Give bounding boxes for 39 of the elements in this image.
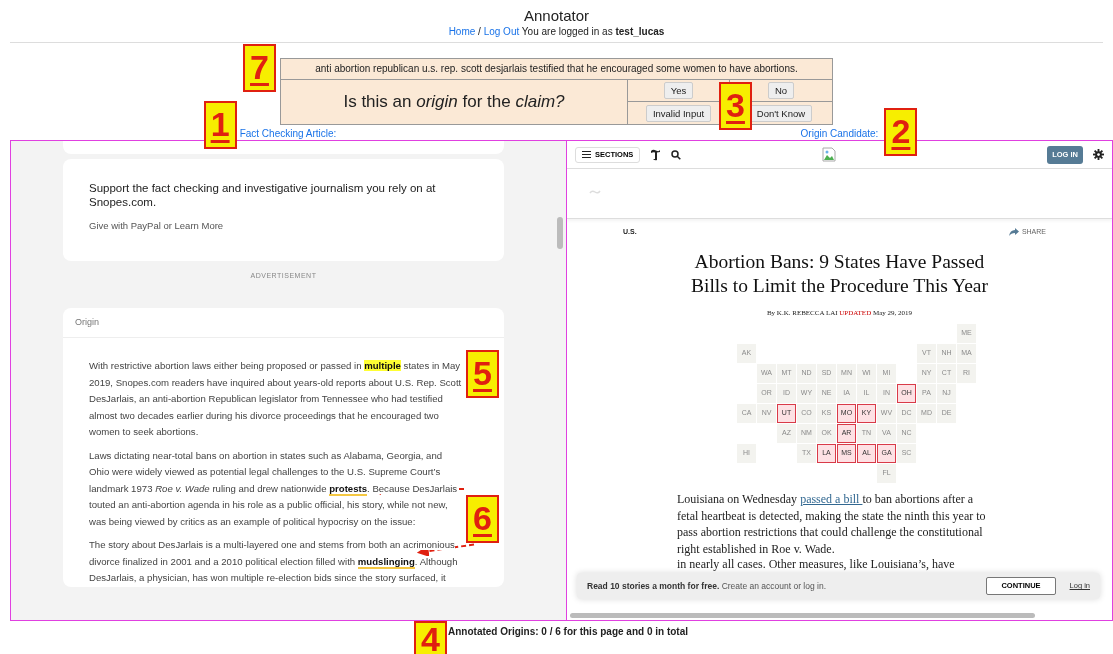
number-callout: 2: [884, 108, 918, 156]
broken-image-icon: [822, 147, 837, 162]
article-paragraph: in nearly all cases. Other measures, like Louisiana’s, have: [677, 558, 956, 571]
separator-text: /: [477, 26, 482, 37]
answer-button[interactable]: Don't Know: [749, 104, 813, 122]
number-callout: 1: [203, 101, 237, 149]
nav-link-text[interactable]: Home: [448, 26, 476, 37]
section-title: Origin: [63, 307, 504, 339]
number-callout: 4: [414, 621, 447, 654]
number-callout: 6: [466, 494, 499, 543]
candidate-label: Origin Candidate:: [800, 128, 879, 139]
article-paragraph: Louisiana on Wednesday passed a bill to ban abortions after a fetal heartbeat is detected, making the state the ninth this year to pass abortion restrictions that could challenge the constitutional right established in Roe v. Wade.: [677, 491, 987, 557]
number-callout: 3: [719, 82, 752, 130]
settings-icon[interactable]: [1093, 149, 1104, 160]
number-callout: 5: [466, 350, 499, 399]
article-headline: Abortion Bans: 9 States Have Passed Bills to Limit the Procedure This Year: [690, 249, 989, 298]
logo-icon[interactable]: [650, 148, 662, 161]
search-icon[interactable]: [671, 149, 682, 160]
annotation-counter: Annotated Origins: 0 / 6 for this page and 0 in total: [448, 625, 690, 638]
question-text: Is this an origin for the claim?: [281, 80, 628, 124]
share-icon: [1008, 228, 1019, 237]
number-callout: 7: [243, 44, 276, 92]
squiggle-icon: [589, 188, 601, 195]
scrollbar-thumb[interactable]: [570, 613, 1035, 618]
app-title: Annotator: [522, 7, 590, 25]
nav-link-text[interactable]: Log Out: [483, 26, 520, 37]
answer-button[interactable]: No: [767, 82, 795, 99]
article-paragraph: The story about DesJarlais is a multi-layered one and stems from both an acrimonious divorce finalized in 2001 and a 2010 political election filled with mudslinging. Although DesJarlais, a physician, has won multiple re-election bids since the story surfaced, it: [89, 538, 459, 586]
login-status: You are logged in as test_lucas: [520, 26, 665, 37]
article-label: Fact Checking Article:: [239, 128, 337, 139]
answer-button[interactable]: Invalid Input: [645, 104, 712, 122]
claim-text: anti abortion republican u.s. rep. scott desjarlais testified that he encouraged some women to have abortions.: [281, 59, 832, 80]
answer-button[interactable]: Yes: [663, 82, 694, 99]
banner-text: Read 10 stories a month for free. Create an account or log in.: [587, 579, 827, 593]
scrollbar-thumb[interactable]: [557, 217, 563, 249]
donation-text: Give with PayPal or Learn More: [89, 219, 225, 233]
article-link[interactable]: passed a bill: [800, 492, 863, 506]
menu-icon: [582, 151, 591, 158]
donation-heading: Support the fact checking and investigative journalism you rely on at Snopes.com.: [89, 181, 437, 209]
